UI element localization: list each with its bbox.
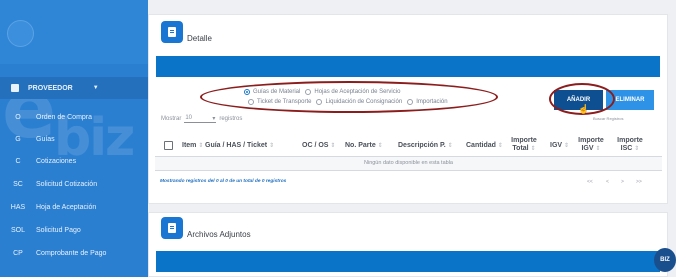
radio-label: Importación xyxy=(416,99,448,105)
sidebar-section-label: PROVEEDOR xyxy=(28,84,73,92)
document-icon xyxy=(11,84,19,92)
sidebar-item-solicitud-pago[interactable]: SOL Solicitud Pago xyxy=(0,219,148,241)
sidebar-item-abbr: SC xyxy=(13,180,23,188)
column-header-cantidad[interactable]: Cantidad ⇕ xyxy=(466,142,503,150)
radio-label: Hojas de Aceptación de Servicio xyxy=(314,89,401,95)
sidebar-item-abbr: C xyxy=(15,157,21,165)
sort-icon: ⇕ xyxy=(198,143,204,149)
app-root: e biz PROVEEDOR ▼ O Orden de Compra G Gu… xyxy=(0,0,676,277)
column-header-importe-isc[interactable]: Importe ISC ⇕ xyxy=(616,137,644,153)
adjuntos-title: Archivos Adjuntos xyxy=(187,230,251,239)
sidebar-item-abbr: CP xyxy=(13,249,23,257)
sidebar-item-label: Cotizaciones xyxy=(36,157,77,165)
radio-ticket-de-transporte[interactable]: Ticket de Transporte xyxy=(248,99,311,105)
sort-icon: ⇕ xyxy=(330,143,336,149)
sort-icon: ⇕ xyxy=(377,143,383,149)
sidebar-item-label: Comprobante de Pago xyxy=(36,249,107,257)
column-header-importe-igv[interactable]: Importe IGV ⇕ xyxy=(576,137,606,153)
document-icon xyxy=(161,21,183,43)
chat-badge-label: BIZ xyxy=(660,257,670,263)
sort-icon: ⇕ xyxy=(564,143,570,149)
radio-liquidacion-de-consignacion[interactable]: Liquidación de Consignación xyxy=(316,99,402,105)
radio-label: Ticket de Transporte xyxy=(257,99,312,105)
document-type-radio-row-2: Ticket de Transporte Liquidación de Cons… xyxy=(248,99,453,105)
sidebar-item-cotizaciones[interactable]: C Cotizaciones xyxy=(0,150,148,172)
sort-icon: ⇕ xyxy=(530,146,536,152)
delete-button[interactable]: ELIMINAR xyxy=(606,90,654,110)
sort-icon: ⇕ xyxy=(497,143,503,149)
caret-down-icon: ▾ xyxy=(212,116,216,122)
radio-unchecked-icon xyxy=(248,99,254,105)
table-divider xyxy=(155,170,662,171)
page-size-suffix: registros xyxy=(219,116,243,122)
radio-unchecked-icon xyxy=(305,89,312,95)
adjuntos-card: Archivos Adjuntos xyxy=(148,212,668,277)
caret-down-icon: ▼ xyxy=(92,85,99,91)
pager-first-button[interactable]: << xyxy=(587,179,593,185)
radio-label: Guías de Material xyxy=(253,89,301,95)
radio-importacion[interactable]: Importación xyxy=(407,99,448,105)
radio-guias-de-material[interactable]: Guías de Material xyxy=(244,89,300,95)
avatar[interactable] xyxy=(7,20,34,47)
sort-icon: ⇕ xyxy=(269,143,275,149)
sidebar-item-label: Hoja de Aceptación xyxy=(36,203,97,211)
sort-icon: ⇕ xyxy=(595,146,601,152)
document-icon xyxy=(161,217,183,239)
sidebar-item-abbr: HAS xyxy=(10,203,26,211)
radio-checked-icon xyxy=(244,89,250,95)
document-type-radio-row-1: Guías de Material Hojas de Aceptación de… xyxy=(244,89,405,95)
sidebar-section-proveedor[interactable]: PROVEEDOR ▼ xyxy=(0,77,148,99)
sidebar-item-solicitud-cotizacion[interactable]: SC Solicitud Cotización xyxy=(0,173,148,195)
column-header-item[interactable]: Item ⇕ xyxy=(182,142,203,150)
adjuntos-card-header: Archivos Adjuntos xyxy=(149,213,669,255)
sidebar-item-comprobante-de-pago[interactable]: CP Comprobante de Pago xyxy=(0,242,148,264)
sort-icon: ⇕ xyxy=(634,146,640,152)
column-header-igv[interactable]: IGV ⇕ xyxy=(550,142,569,150)
radio-label: Liquidación de Consignación xyxy=(325,99,403,105)
detalle-blue-bar xyxy=(156,56,660,77)
column-header-descripcion[interactable]: Descripción P. ⇕ xyxy=(398,142,453,150)
pager-next-button[interactable]: > xyxy=(621,179,624,185)
pager-last-button[interactable]: >> xyxy=(636,179,642,185)
sidebar-item-guias[interactable]: G Guías xyxy=(0,128,148,150)
table-info: Mostrando registros del 0 al 0 de un tot… xyxy=(160,179,287,184)
radio-unchecked-icon xyxy=(407,99,414,105)
page-size-control: Mostrar 10 ▾ registros xyxy=(161,115,242,123)
sidebar: e biz PROVEEDOR ▼ O Orden de Compra G Gu… xyxy=(0,0,148,277)
sidebar-item-label: Solicitud Pago xyxy=(36,226,81,234)
page-size-prefix: Mostrar xyxy=(161,116,182,122)
adjuntos-blue-bar xyxy=(156,251,660,272)
sort-icon: ⇕ xyxy=(447,143,453,149)
column-header-guia[interactable]: Guía / HAS / Ticket ⇕ xyxy=(205,142,274,150)
hand-cursor-icon: ☝ xyxy=(578,104,590,114)
sidebar-item-hoja-de-aceptacion[interactable]: HAS Hoja de Aceptación xyxy=(0,196,148,218)
detalle-title: Detalle xyxy=(187,34,212,43)
pager-prev-button[interactable]: < xyxy=(606,179,609,185)
sidebar-item-abbr: O xyxy=(15,113,21,121)
detalle-card-header: Detalle xyxy=(149,15,669,57)
radio-unchecked-icon xyxy=(316,99,323,105)
table-empty-message: Ningún dato disponible en esta tabla xyxy=(155,157,662,170)
sidebar-item-label: Orden de Compra xyxy=(36,113,93,121)
chat-badge-icon[interactable]: BIZ xyxy=(654,248,676,272)
column-header-oc-os[interactable]: OC / OS ⇕ xyxy=(302,142,335,150)
select-all-checkbox[interactable] xyxy=(164,141,173,150)
column-header-no-parte[interactable]: No. Parte ⇕ xyxy=(345,142,383,150)
sidebar-item-abbr: G xyxy=(15,135,21,143)
sidebar-item-orden-de-compra[interactable]: O Orden de Compra xyxy=(0,106,148,128)
page-size-select[interactable]: 10 ▾ xyxy=(184,115,217,123)
sidebar-item-label: Solicitud Cotización xyxy=(36,180,98,188)
page-size-value: 10 xyxy=(185,115,193,121)
radio-hojas-de-aceptacion[interactable]: Hojas de Aceptación de Servicio xyxy=(305,89,400,95)
column-header-importe-total[interactable]: Importe Total ⇕ xyxy=(511,137,537,153)
sidebar-item-label: Guías xyxy=(36,135,55,143)
sidebar-item-abbr: SOL xyxy=(10,226,25,234)
search-input[interactable]: Buscar Registros xyxy=(593,116,623,121)
